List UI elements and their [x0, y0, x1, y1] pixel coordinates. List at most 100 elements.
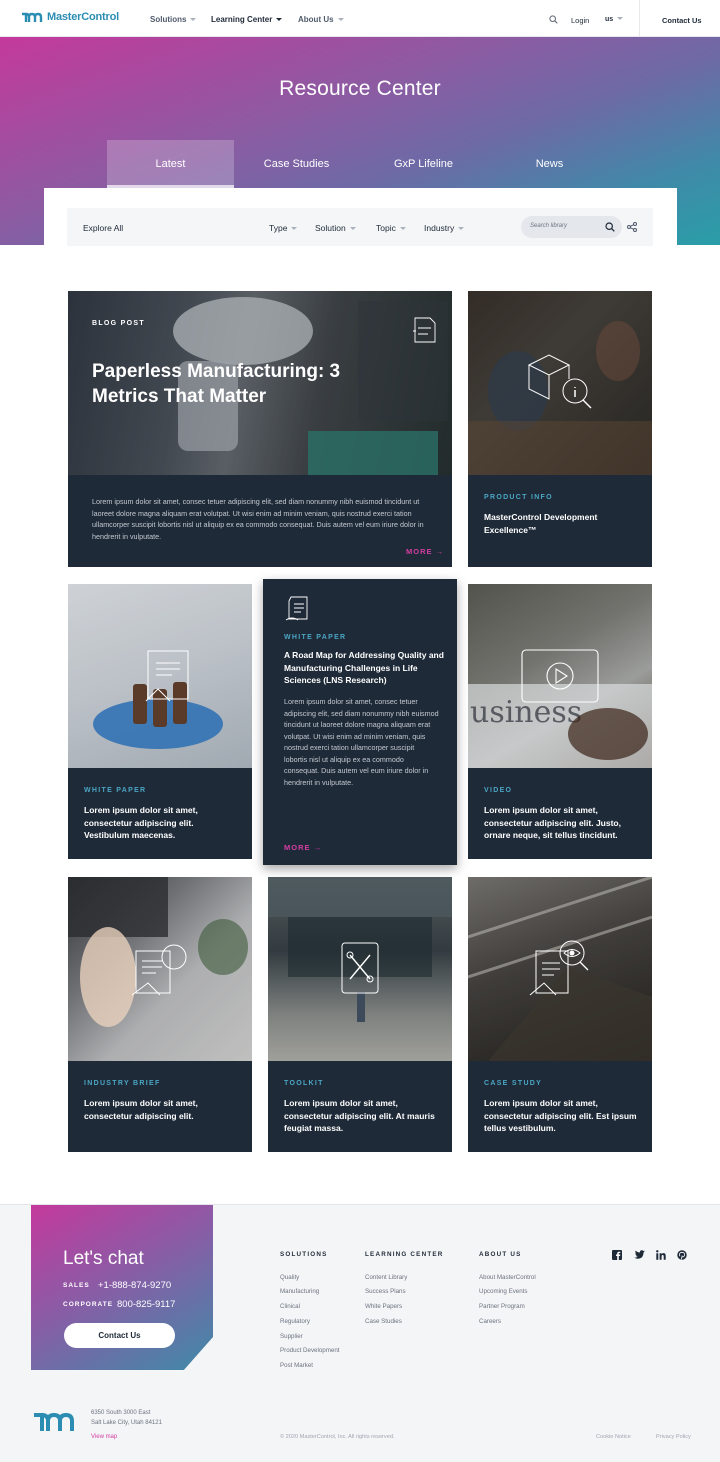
card-video[interactable]: usiness VIDEO Lorem ipsum dolor sit amet… — [468, 584, 652, 859]
card-tag: PRODUCT INFO — [484, 494, 553, 501]
card-title: Paperless Manufacturing: 3 Metrics That … — [92, 361, 341, 407]
product-box-magnifier-icon — [527, 354, 592, 409]
footer-link-about-mastercontrol[interactable]: About MasterControl — [479, 1274, 536, 1281]
copyright-text: © 2020 MasterControl, Inc. All rights re… — [280, 1434, 395, 1440]
card-title: Lorem ipsum dolor sit amet, consectetur … — [484, 1098, 637, 1133]
corporate-phone[interactable]: 800-825-9117 — [117, 1299, 175, 1310]
sales-phone[interactable]: +1-888-874-9270 — [98, 1280, 171, 1291]
industry-brief-icon — [131, 944, 187, 996]
footer-link-quality[interactable]: Quality — [280, 1274, 299, 1281]
arrow-right-icon: → — [435, 547, 445, 556]
more-link[interactable]: MORE → — [284, 843, 322, 852]
mastercontrol-logo-icon — [22, 12, 43, 22]
corporate-label: CORPORATE — [63, 1301, 114, 1308]
view-map-link[interactable]: View map — [91, 1434, 117, 1440]
mastercontrol-footer-logo[interactable] — [32, 1411, 76, 1433]
card-tag: BLOG POST — [92, 320, 145, 327]
filter-topic-label: Topic — [376, 223, 396, 233]
nav-divider — [639, 0, 640, 37]
share-icon[interactable] — [627, 222, 637, 232]
document-icon — [285, 596, 308, 621]
white-paper-icon — [145, 650, 189, 702]
mastercontrol-logo[interactable]: MasterControl — [21, 11, 119, 23]
blog-document-icon — [413, 317, 436, 343]
card-white-paper[interactable]: WHITE PAPER Lorem ipsum dolor sit amet, … — [68, 584, 252, 859]
filter-industry[interactable]: Industry — [424, 223, 465, 233]
login-link[interactable]: Login — [571, 16, 589, 25]
footer-link-content-library[interactable]: Content Library — [365, 1274, 407, 1281]
card-industry-brief[interactable]: INDUSTRY BRIEF Lorem ipsum dolor sit ame… — [68, 877, 252, 1152]
top-navigation: MasterControl Solutions Learning Center … — [0, 0, 720, 37]
footer-link-careers[interactable]: Careers — [479, 1318, 501, 1325]
video-play-icon — [521, 649, 599, 703]
footer-link-product-development[interactable]: Product Development — [280, 1347, 340, 1354]
footer-link-partner-program[interactable]: Partner Program — [479, 1303, 525, 1310]
card-title: Lorem ipsum dolor sit amet, consectetur … — [84, 805, 198, 840]
search-icon[interactable] — [605, 222, 615, 232]
tab-gxp-lifeline[interactable]: GxP Lifeline — [360, 140, 487, 188]
chevron-down-icon — [458, 227, 465, 230]
chevron-down-icon — [399, 227, 406, 230]
footer-link-manufacturing[interactable]: Manufacturing — [280, 1288, 319, 1295]
contact-us-link[interactable]: Contact Us — [662, 16, 702, 25]
tab-news[interactable]: News — [486, 140, 613, 188]
search-placeholder: Search library — [530, 223, 568, 229]
card-tag: INDUSTRY BRIEF — [84, 1080, 161, 1087]
facebook-icon[interactable] — [612, 1250, 622, 1260]
footer-link-success-plans[interactable]: Success Plans — [365, 1288, 406, 1295]
card-tag: CASE STUDY — [484, 1080, 543, 1087]
card-title: Lorem ipsum dolor sit amet, consectetur … — [484, 805, 621, 840]
toolkit-icon — [341, 942, 379, 994]
card-case-study[interactable]: CASE STUDY Lorem ipsum dolor sit amet, c… — [468, 877, 652, 1152]
card-product-info[interactable]: PRODUCT INFO MasterControl Development E… — [468, 291, 652, 567]
footer-heading-solutions: SOLUTIONS — [280, 1251, 328, 1258]
page-title: Resource Center — [279, 77, 441, 100]
linkedin-icon[interactable] — [656, 1250, 666, 1260]
card-blog-post[interactable]: BLOG POST Paperless Manufacturing: 3 Met… — [68, 291, 452, 567]
chevron-down-icon — [291, 227, 298, 230]
footer-link-post-market[interactable]: Post Market — [280, 1362, 313, 1369]
tab-case-studies[interactable]: Case Studies — [233, 140, 360, 188]
more-label: MORE — [406, 547, 433, 556]
address-line-2: Salt Lake City, Utah 84121 — [91, 1420, 162, 1426]
filter-type-label: Type — [269, 223, 288, 233]
explore-all-button[interactable]: Explore All — [83, 223, 123, 233]
nav-about-us[interactable]: About Us — [298, 15, 344, 24]
nav-solutions-label: Solutions — [150, 15, 187, 24]
nav-learning-center[interactable]: Learning Center — [211, 15, 283, 24]
card-title: Lorem ipsum dolor sit amet, consectetur … — [84, 1098, 198, 1121]
pinterest-icon[interactable] — [677, 1250, 687, 1260]
footer-link-clinical[interactable]: Clinical — [280, 1303, 300, 1310]
card-toolkit[interactable]: TOOLKIT Lorem ipsum dolor sit amet, cons… — [268, 877, 452, 1152]
chevron-down-icon — [349, 227, 356, 230]
search-input[interactable]: Search library — [521, 216, 622, 238]
footer-link-case-studies[interactable]: Case Studies — [365, 1318, 402, 1325]
chevron-down-icon — [337, 18, 344, 21]
footer-link-supplier[interactable]: Supplier — [280, 1333, 303, 1340]
footer-link-white-papers[interactable]: White Papers — [365, 1303, 402, 1310]
more-label: MORE — [284, 843, 311, 852]
card-body: Lorem ipsum dolor sit amet, consec tetue… — [284, 697, 439, 787]
nav-solutions[interactable]: Solutions — [150, 15, 197, 24]
filter-topic[interactable]: Topic — [376, 223, 406, 233]
card-featured-white-paper[interactable]: WHITE PAPER A Road Map for Addressing Qu… — [263, 579, 457, 865]
footer-link-regulatory[interactable]: Regulatory — [280, 1318, 310, 1325]
address-line-1: 6350 South 3000 East — [91, 1410, 151, 1416]
filter-solution[interactable]: Solution — [315, 223, 356, 233]
locale-selector[interactable]: us — [605, 16, 624, 23]
footer-heading-about-us: ABOUT US — [479, 1251, 522, 1258]
card-tag: TOOLKIT — [284, 1080, 324, 1087]
more-link[interactable]: MORE → — [406, 547, 444, 556]
tab-latest[interactable]: Latest — [107, 140, 234, 188]
twitter-icon[interactable] — [634, 1250, 645, 1260]
contact-us-button[interactable]: Contact Us — [64, 1323, 175, 1348]
cookie-notice-link[interactable]: Cookie Notice — [596, 1434, 631, 1440]
filter-type[interactable]: Type — [269, 223, 298, 233]
privacy-policy-link[interactable]: Privacy Policy — [656, 1434, 691, 1440]
footer-link-upcoming-events[interactable]: Upcoming Events — [479, 1288, 528, 1295]
chevron-down-icon — [276, 18, 283, 21]
card-tag: WHITE PAPER — [284, 634, 347, 641]
search-icon[interactable] — [549, 15, 558, 24]
card-body: Lorem ipsum dolor sit amet, consec tetue… — [92, 497, 424, 541]
sales-label: SALES — [63, 1282, 90, 1289]
